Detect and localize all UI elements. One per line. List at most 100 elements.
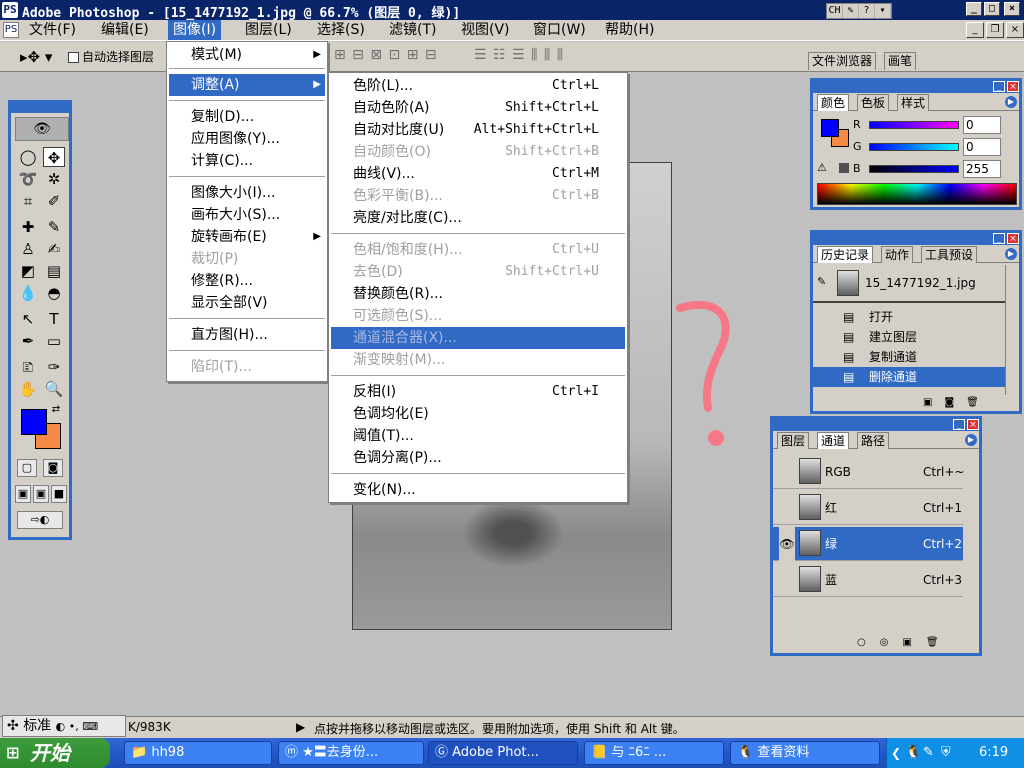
path-selection-tool-icon[interactable]: ↖ — [17, 309, 39, 329]
move-tool-icon[interactable]: ✥ — [43, 147, 65, 167]
menu-item-desaturate[interactable]: 去色(D) Shift+Ctrl+U — [331, 261, 625, 283]
panel-menu-icon[interactable]: ▶ — [965, 434, 977, 446]
b-slider[interactable] — [869, 165, 959, 173]
ime-lang-label[interactable]: CH — [827, 4, 843, 18]
panel-close-button[interactable]: × — [1007, 233, 1019, 244]
menu-item-duplicate[interactable]: 复制(D)... — [169, 106, 325, 128]
menu-file[interactable]: 文件(F) — [24, 20, 81, 40]
foreground-color-swatch[interactable] — [21, 409, 47, 435]
panel-menu-icon[interactable]: ▶ — [1005, 96, 1017, 108]
history-scrollbar[interactable] — [1005, 265, 1019, 395]
menu-item-trim[interactable]: 修整(R)... — [169, 270, 325, 292]
swap-colors-icon[interactable]: ⇄ — [49, 403, 63, 417]
doc-close-button[interactable]: × — [1006, 22, 1024, 38]
security-tray-icon[interactable]: ⛨ — [941, 738, 951, 768]
r-slider[interactable] — [869, 121, 959, 129]
history-state-row[interactable]: ▤ 建立图层 — [813, 327, 1005, 347]
panel-menu-icon[interactable]: ▶ — [1005, 248, 1017, 260]
ime-toolbar[interactable]: CH ✎ ? ▾ — [826, 3, 892, 19]
b-value-field[interactable]: 255 — [963, 160, 1001, 178]
eyedropper-tool-icon[interactable]: ✑ — [43, 357, 65, 377]
menu-item-canvas-size[interactable]: 画布大小(S)... — [169, 204, 325, 226]
task-messenger[interactable]: ⓜ ★〓去身份... — [278, 741, 424, 765]
zoom-tool-icon[interactable]: 🔍 — [43, 379, 65, 399]
close-button[interactable]: × — [1004, 2, 1020, 16]
move-tool-preset-icon[interactable]: ▸✥ ▾ — [20, 48, 52, 66]
notes-tool-icon[interactable]: 🗈 — [17, 357, 39, 377]
ime-status-bar[interactable]: ✣ 标准 ◐ •, ⌨ — [2, 715, 126, 737]
align-buttons-icon[interactable]: ⊞ ⊟ ⊠ ⊡ ⊞ ⊟ — [334, 47, 438, 63]
menu-window[interactable]: 窗口(W) — [528, 20, 591, 40]
menu-item-auto-color[interactable]: 自动颜色(O) Shift+Ctrl+B — [331, 141, 625, 163]
menu-layer[interactable]: 图层(L) — [240, 20, 297, 40]
type-tool-icon[interactable]: T — [43, 309, 65, 329]
menu-item-channel-mixer[interactable]: 通道混合器(X)... — [331, 327, 625, 349]
history-state-row-selected[interactable]: ▤ 删除通道 — [813, 367, 1005, 387]
crop-tool-icon[interactable]: ⌗ — [17, 191, 39, 211]
menu-view[interactable]: 视图(V) — [456, 20, 515, 40]
menu-item-hue-saturation[interactable]: 色相/饱和度(H)... Ctrl+U — [331, 239, 625, 261]
menu-arrow-icon[interactable]: ▾ — [875, 4, 891, 18]
menu-item-variations[interactable]: 变化(N)... — [331, 479, 625, 501]
menu-item-auto-contrast[interactable]: 自动对比度(U) Alt+Shift+Ctrl+L — [331, 119, 625, 141]
slice-tool-icon[interactable]: ✐ — [43, 191, 65, 211]
tab-actions[interactable]: 动作 — [881, 246, 914, 263]
tab-swatches[interactable]: 色板 — [857, 94, 890, 111]
tab-color[interactable]: 颜色 — [817, 94, 850, 111]
brush-tool-icon[interactable]: ✎ — [43, 217, 65, 237]
tab-tool-presets[interactable]: 工具预设 — [921, 246, 978, 263]
panel-minimize-button[interactable]: _ — [953, 419, 965, 430]
ime-tray-icon[interactable]: ✎ — [923, 738, 934, 768]
doc-restore-button[interactable]: ❐ — [986, 22, 1004, 38]
lasso-tool-icon[interactable]: ➰ — [17, 169, 39, 189]
menu-item-equalize[interactable]: 色调均化(E) — [331, 403, 625, 425]
full-screen-icon[interactable]: ■ — [51, 485, 67, 503]
channel-row-rgb[interactable]: RGB Ctrl+~ — [773, 455, 964, 489]
channel-row-green[interactable]: 👁 绿 Ctrl+2 — [773, 527, 963, 561]
pen-tool-icon[interactable]: ✒ — [17, 331, 39, 351]
distribute-buttons-icon[interactable]: ☰ ☷ ☰ ⫼ ⫼ ⫼ — [474, 47, 564, 63]
menu-item-auto-levels[interactable]: 自动色阶(A) Shift+Ctrl+L — [331, 97, 625, 119]
menu-select[interactable]: 选择(S) — [312, 20, 370, 40]
start-button[interactable]: ⊞ 开始 — [0, 738, 110, 768]
menu-item-gradient-map[interactable]: 渐变映射(M)... — [331, 349, 625, 371]
menu-item-brightness-contrast[interactable]: 亮度/对比度(C)... — [331, 207, 625, 229]
menu-item-curves[interactable]: 曲线(V)... Ctrl+M — [331, 163, 625, 185]
tab-file-browser[interactable]: 文件浏览器 — [808, 52, 877, 70]
doc-minimize-button[interactable]: _ — [966, 22, 984, 38]
menu-image[interactable]: 图像(I) — [168, 20, 222, 40]
tab-brushes[interactable]: 画笔 — [884, 52, 917, 70]
menu-item-color-balance[interactable]: 色彩平衡(B)... Ctrl+B — [331, 185, 625, 207]
tab-layers[interactable]: 图层 — [777, 432, 810, 449]
menu-item-histogram[interactable]: 直方图(H)... — [169, 324, 325, 346]
history-footer-icons[interactable]: ▣◙🗑 — [923, 397, 991, 408]
minimize-button[interactable]: _ — [966, 2, 982, 16]
history-state-row[interactable]: ▤ 复制通道 — [813, 347, 1005, 367]
menu-item-threshold[interactable]: 阈值(T)... — [331, 425, 625, 447]
hand-tool-icon[interactable]: ✋ — [17, 379, 39, 399]
menu-item-posterize[interactable]: 色调分离(P)... — [331, 447, 625, 469]
adobe-eye-icon[interactable]: 👁 — [15, 117, 69, 141]
menu-item-replace-color[interactable]: 替换颜色(R)... — [331, 283, 625, 305]
shape-tool-icon[interactable]: ▭ — [43, 331, 65, 351]
menu-item-calculations[interactable]: 计算(C)... — [169, 150, 325, 172]
menu-item-crop[interactable]: 裁切(P) — [169, 248, 325, 270]
task-hh98[interactable]: 📁 hh98 — [124, 741, 272, 765]
menu-item-rotate-canvas[interactable]: 旋转画布(E) ▶ — [169, 226, 325, 248]
menu-item-invert[interactable]: 反相(I) Ctrl+I — [331, 381, 625, 403]
ime-pad-icon[interactable]: ✎ — [843, 4, 859, 18]
menu-item-mode[interactable]: 模式(M) ▶ — [169, 44, 325, 66]
r-value-field[interactable]: 0 — [963, 116, 1001, 134]
panel-foreground-swatch[interactable] — [821, 119, 839, 137]
standard-screen-icon[interactable]: ▣ — [15, 485, 31, 503]
document-icon[interactable]: PS — [3, 22, 19, 38]
menu-help[interactable]: 帮助(H) — [600, 20, 659, 40]
panel-close-button[interactable]: × — [1007, 81, 1019, 92]
qq-tray-icon[interactable]: 🐧 — [905, 738, 921, 768]
toolbox-header[interactable] — [11, 103, 69, 113]
menu-item-image-size[interactable]: 图像大小(I)... — [169, 182, 325, 204]
menu-item-levels[interactable]: 色阶(L)... Ctrl+L — [331, 75, 625, 97]
jump-to-imageready-icon[interactable]: ⇨◐ — [17, 511, 63, 529]
visibility-eye-icon[interactable]: 👁 — [779, 527, 795, 561]
history-panel-header[interactable]: _ × — [813, 233, 1019, 245]
